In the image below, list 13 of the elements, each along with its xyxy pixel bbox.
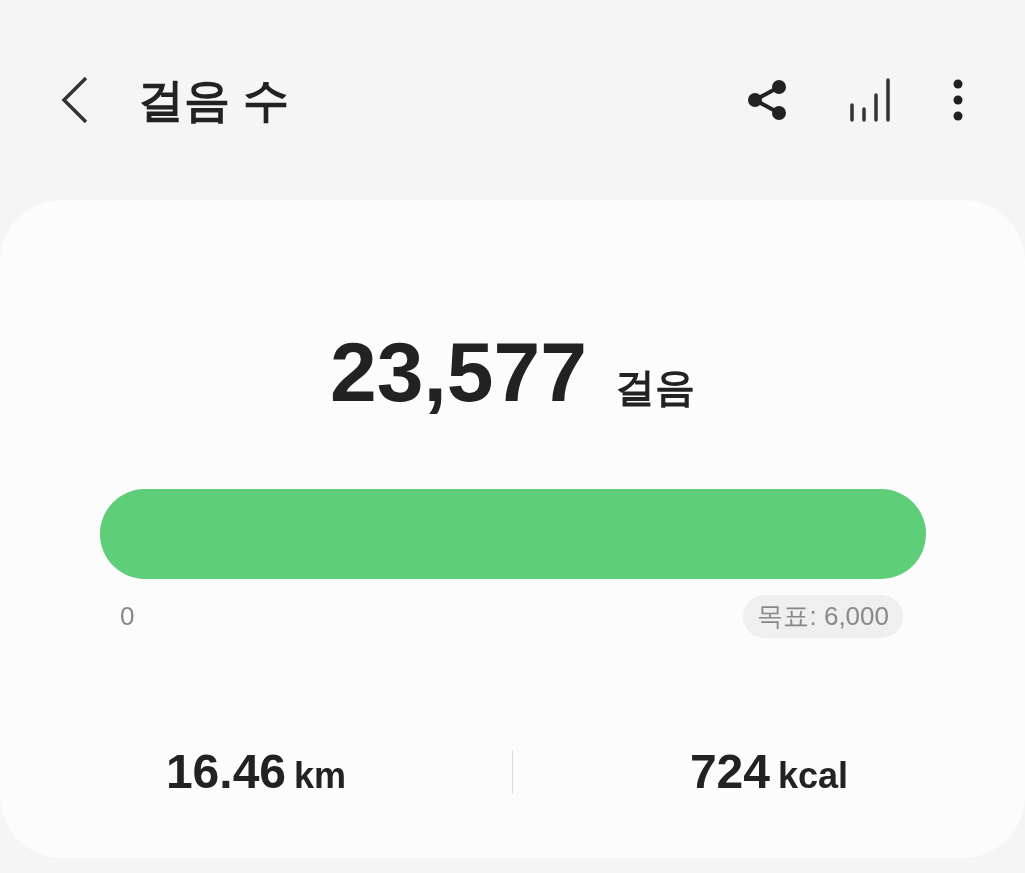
stat-value: 724: [689, 745, 770, 798]
stat-unit: km: [294, 755, 347, 796]
stat-unit: kcal: [778, 755, 849, 796]
goal-label: 목표: 6,000: [743, 595, 903, 638]
page-title: 걸음 수: [138, 72, 289, 128]
stat-value: 16.46: [165, 745, 287, 798]
more-options-icon[interactable]: [953, 79, 963, 121]
back-button[interactable]: [60, 76, 90, 124]
share-icon[interactable]: [747, 80, 787, 120]
min-label: 0: [120, 600, 135, 633]
step-unit: 걸음: [614, 364, 695, 411]
step-count: 23,577: [330, 330, 587, 414]
bar-chart-icon[interactable]: [849, 77, 891, 123]
